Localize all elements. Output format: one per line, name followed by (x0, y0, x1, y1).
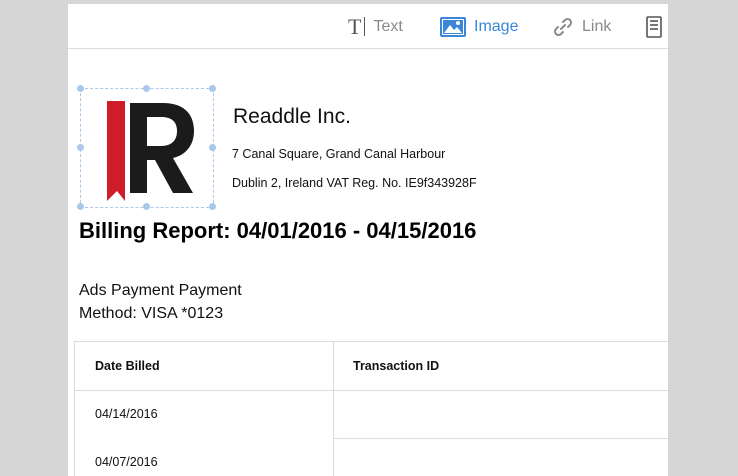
resize-handle-top[interactable] (143, 85, 150, 92)
resize-handle-left[interactable] (77, 144, 84, 151)
image-icon (440, 17, 466, 37)
resize-handle-bottom[interactable] (143, 203, 150, 210)
document-page: T Text Image Link Readdle Inc. 7 Canal S… (68, 4, 668, 476)
column-header-transaction-id: Transaction ID (353, 359, 440, 373)
link-tool-button[interactable]: Link (552, 14, 611, 40)
readdle-logo (107, 101, 194, 201)
header-divider (75, 390, 668, 391)
company-address-line-1: 7 Canal Square, Grand Canal Harbour (232, 147, 446, 161)
editor-toolbar: T Text Image Link (68, 4, 668, 49)
text-tool-label: Text (373, 18, 403, 35)
resize-handle-bottom-right[interactable] (209, 203, 216, 210)
resize-handle-right[interactable] (209, 144, 216, 151)
report-title: Billing Report: 04/01/2016 - 04/15/2016 (79, 218, 477, 243)
resize-handle-bottom-left[interactable] (77, 203, 84, 210)
table-cell-date: 04/07/2016 (95, 455, 158, 469)
company-address-line-2: Dublin 2, Ireland VAT Reg. No. IE9f34392… (232, 176, 477, 190)
document-tool-button[interactable] (646, 14, 662, 40)
document-icon (646, 16, 662, 38)
column-divider (333, 342, 334, 476)
payment-method-line-2: Method: VISA *0123 (79, 305, 224, 322)
table-cell-date: 04/14/2016 (95, 407, 158, 421)
row-divider (334, 438, 668, 439)
link-icon (553, 17, 573, 37)
image-tool-button[interactable]: Image (440, 14, 518, 40)
link-tool-label: Link (582, 18, 612, 35)
text-tool-button[interactable]: T Text (348, 14, 403, 40)
image-tool-label: Image (474, 18, 519, 35)
selected-logo-frame[interactable] (77, 85, 216, 210)
billing-table: Date Billed Transaction ID 04/14/2016 04… (74, 341, 668, 476)
column-header-date-billed: Date Billed (95, 359, 160, 373)
payment-method-line-1: Ads Payment Payment (79, 282, 242, 299)
resize-handle-top-left[interactable] (77, 85, 84, 92)
company-name: Readdle Inc. (233, 105, 351, 128)
text-cursor-icon: T (348, 16, 366, 38)
resize-handle-top-right[interactable] (209, 85, 216, 92)
